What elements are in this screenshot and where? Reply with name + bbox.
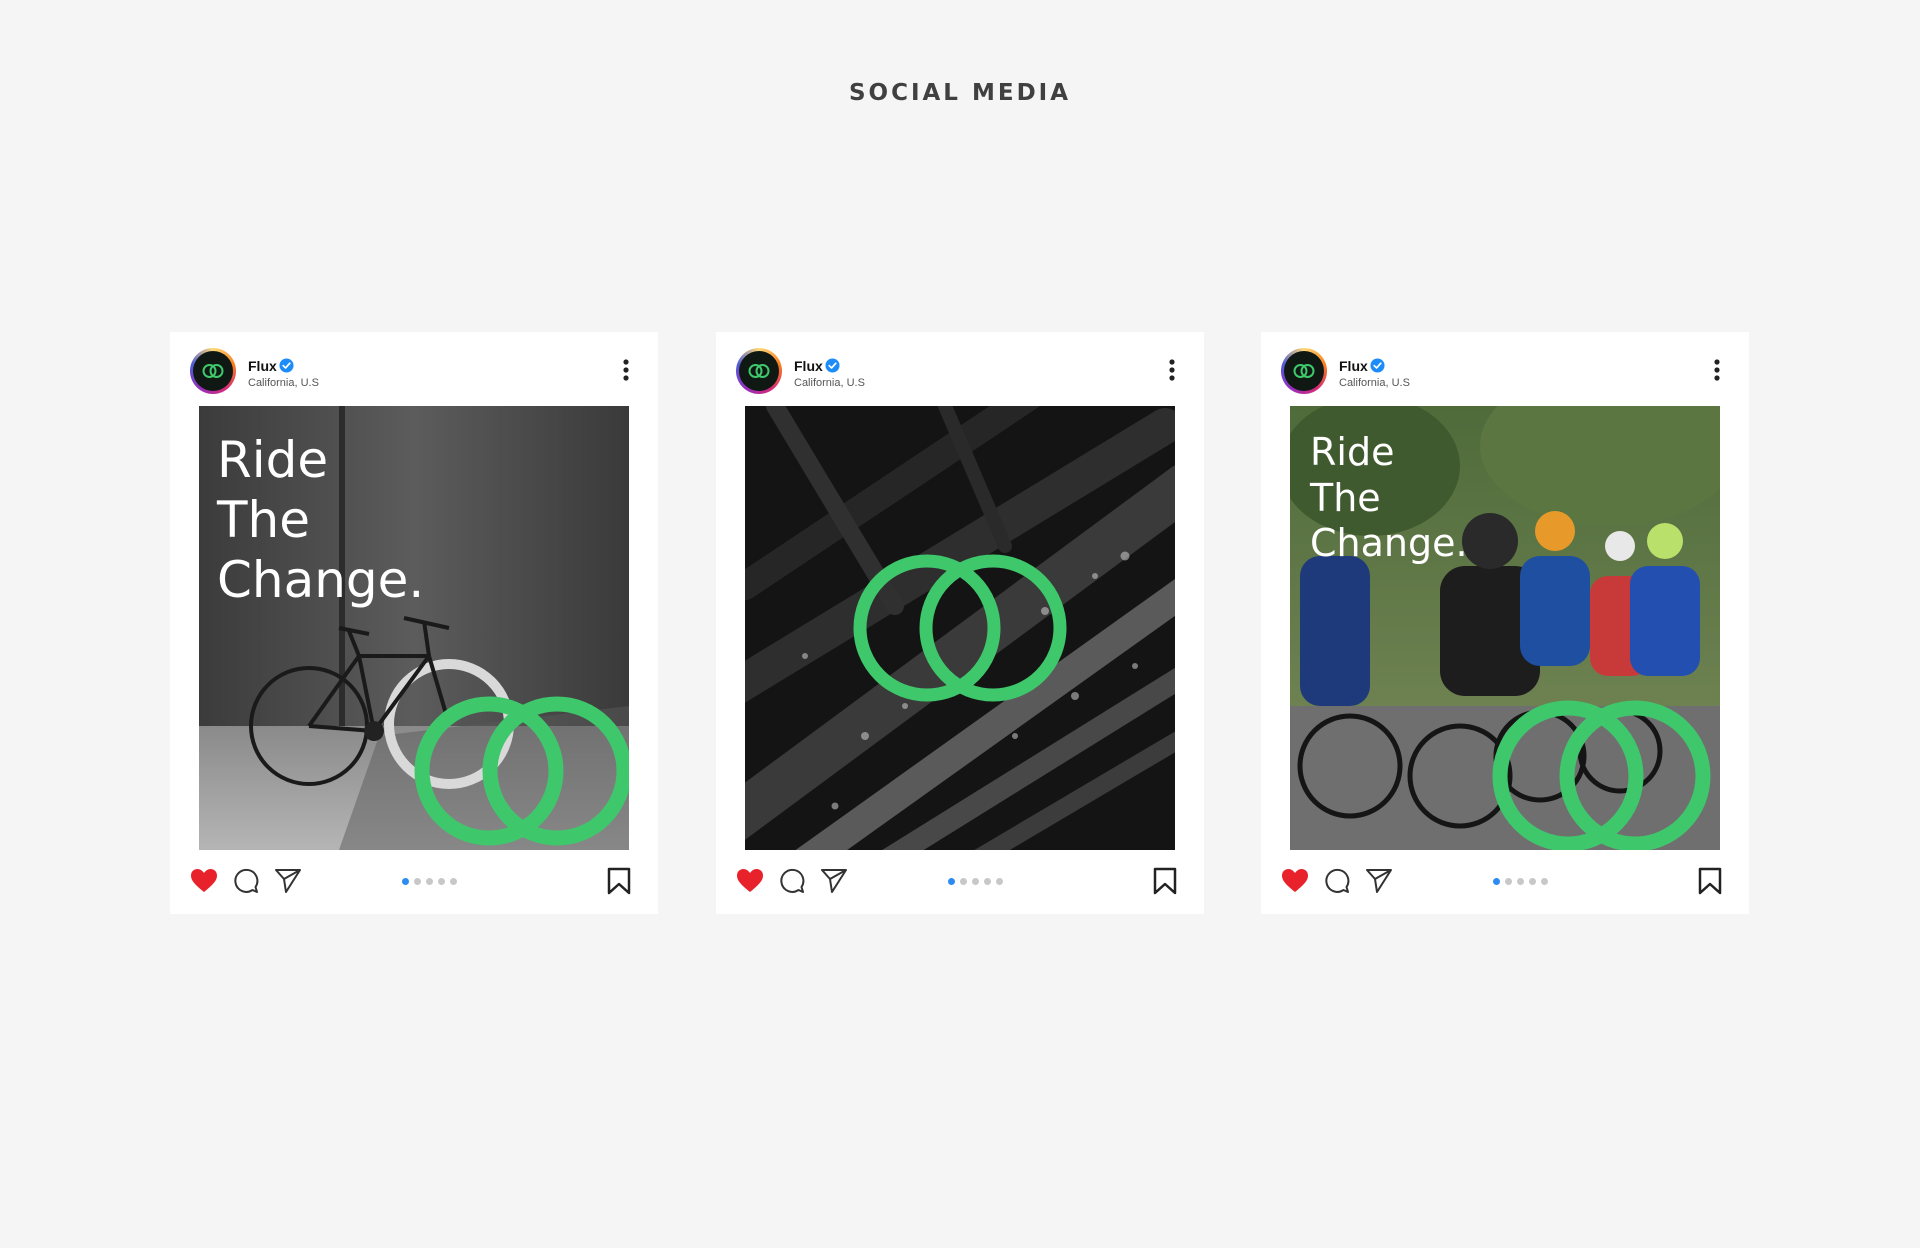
verified-badge-icon (825, 358, 840, 373)
location[interactable]: California, U.S (1339, 377, 1410, 389)
carousel-dot (1541, 878, 1548, 885)
post-actions (716, 850, 1204, 914)
more-vertical-icon[interactable] (1168, 358, 1176, 382)
flux-logo-icon (202, 364, 224, 378)
location[interactable]: California, U.S (794, 377, 865, 389)
post-headline: Ride The Change. (1310, 430, 1468, 566)
verified-badge-icon (1370, 358, 1385, 373)
avatar[interactable] (1281, 348, 1327, 394)
carousel-dot (996, 878, 1003, 885)
carousel-indicator (402, 878, 457, 886)
post-header: Flux California, U.S (716, 332, 1204, 406)
carousel-dot (450, 878, 457, 885)
send-icon[interactable] (1365, 868, 1393, 894)
post-image[interactable] (745, 406, 1175, 850)
carousel-dot (1505, 878, 1512, 885)
post-actions (1261, 850, 1749, 914)
carousel-dot (402, 878, 409, 885)
send-icon[interactable] (820, 868, 848, 894)
bookmark-icon[interactable] (1697, 867, 1723, 895)
flux-logo-icon (1293, 364, 1315, 378)
heart-icon[interactable] (1281, 868, 1309, 894)
post-card: Flux California, U.S (716, 332, 1204, 914)
comment-icon[interactable] (233, 868, 259, 894)
carousel-dot (1493, 878, 1500, 885)
post-headline: Ride The Change. (217, 431, 425, 609)
post-header: Flux California, U.S (1261, 332, 1749, 406)
post-card: Flux California, U.S (1261, 332, 1749, 914)
send-icon[interactable] (274, 868, 302, 894)
post-image[interactable]: Ride The Change. (199, 406, 629, 850)
username[interactable]: Flux (248, 358, 277, 374)
carousel-dot (960, 878, 967, 885)
carousel-dot (414, 878, 421, 885)
bookmark-icon[interactable] (1152, 867, 1178, 895)
post-actions (170, 850, 658, 914)
avatar[interactable] (190, 348, 236, 394)
carousel-indicator (948, 878, 1003, 886)
more-vertical-icon[interactable] (622, 358, 630, 382)
username[interactable]: Flux (1339, 358, 1368, 374)
comment-icon[interactable] (1324, 868, 1350, 894)
bookmark-icon[interactable] (606, 867, 632, 895)
heart-icon[interactable] (736, 868, 764, 894)
post-header: Flux California, U.S (170, 332, 658, 406)
carousel-dot (438, 878, 445, 885)
post-card: Flux California, U.S (170, 332, 658, 914)
carousel-dot (972, 878, 979, 885)
more-vertical-icon[interactable] (1713, 358, 1721, 382)
carousel-indicator (1493, 878, 1548, 886)
carousel-dot (426, 878, 433, 885)
post-image[interactable]: Ride The Change. (1290, 406, 1720, 850)
carousel-dot (984, 878, 991, 885)
flux-logo-icon (748, 364, 770, 378)
section-title: SOCIAL MEDIA (848, 80, 1072, 106)
comment-icon[interactable] (779, 868, 805, 894)
heart-icon[interactable] (190, 868, 218, 894)
carousel-dot (948, 878, 955, 885)
carousel-dot (1529, 878, 1536, 885)
location[interactable]: California, U.S (248, 377, 319, 389)
username[interactable]: Flux (794, 358, 823, 374)
carousel-dot (1517, 878, 1524, 885)
verified-badge-icon (279, 358, 294, 373)
grass-photo (745, 406, 1175, 850)
avatar[interactable] (736, 348, 782, 394)
